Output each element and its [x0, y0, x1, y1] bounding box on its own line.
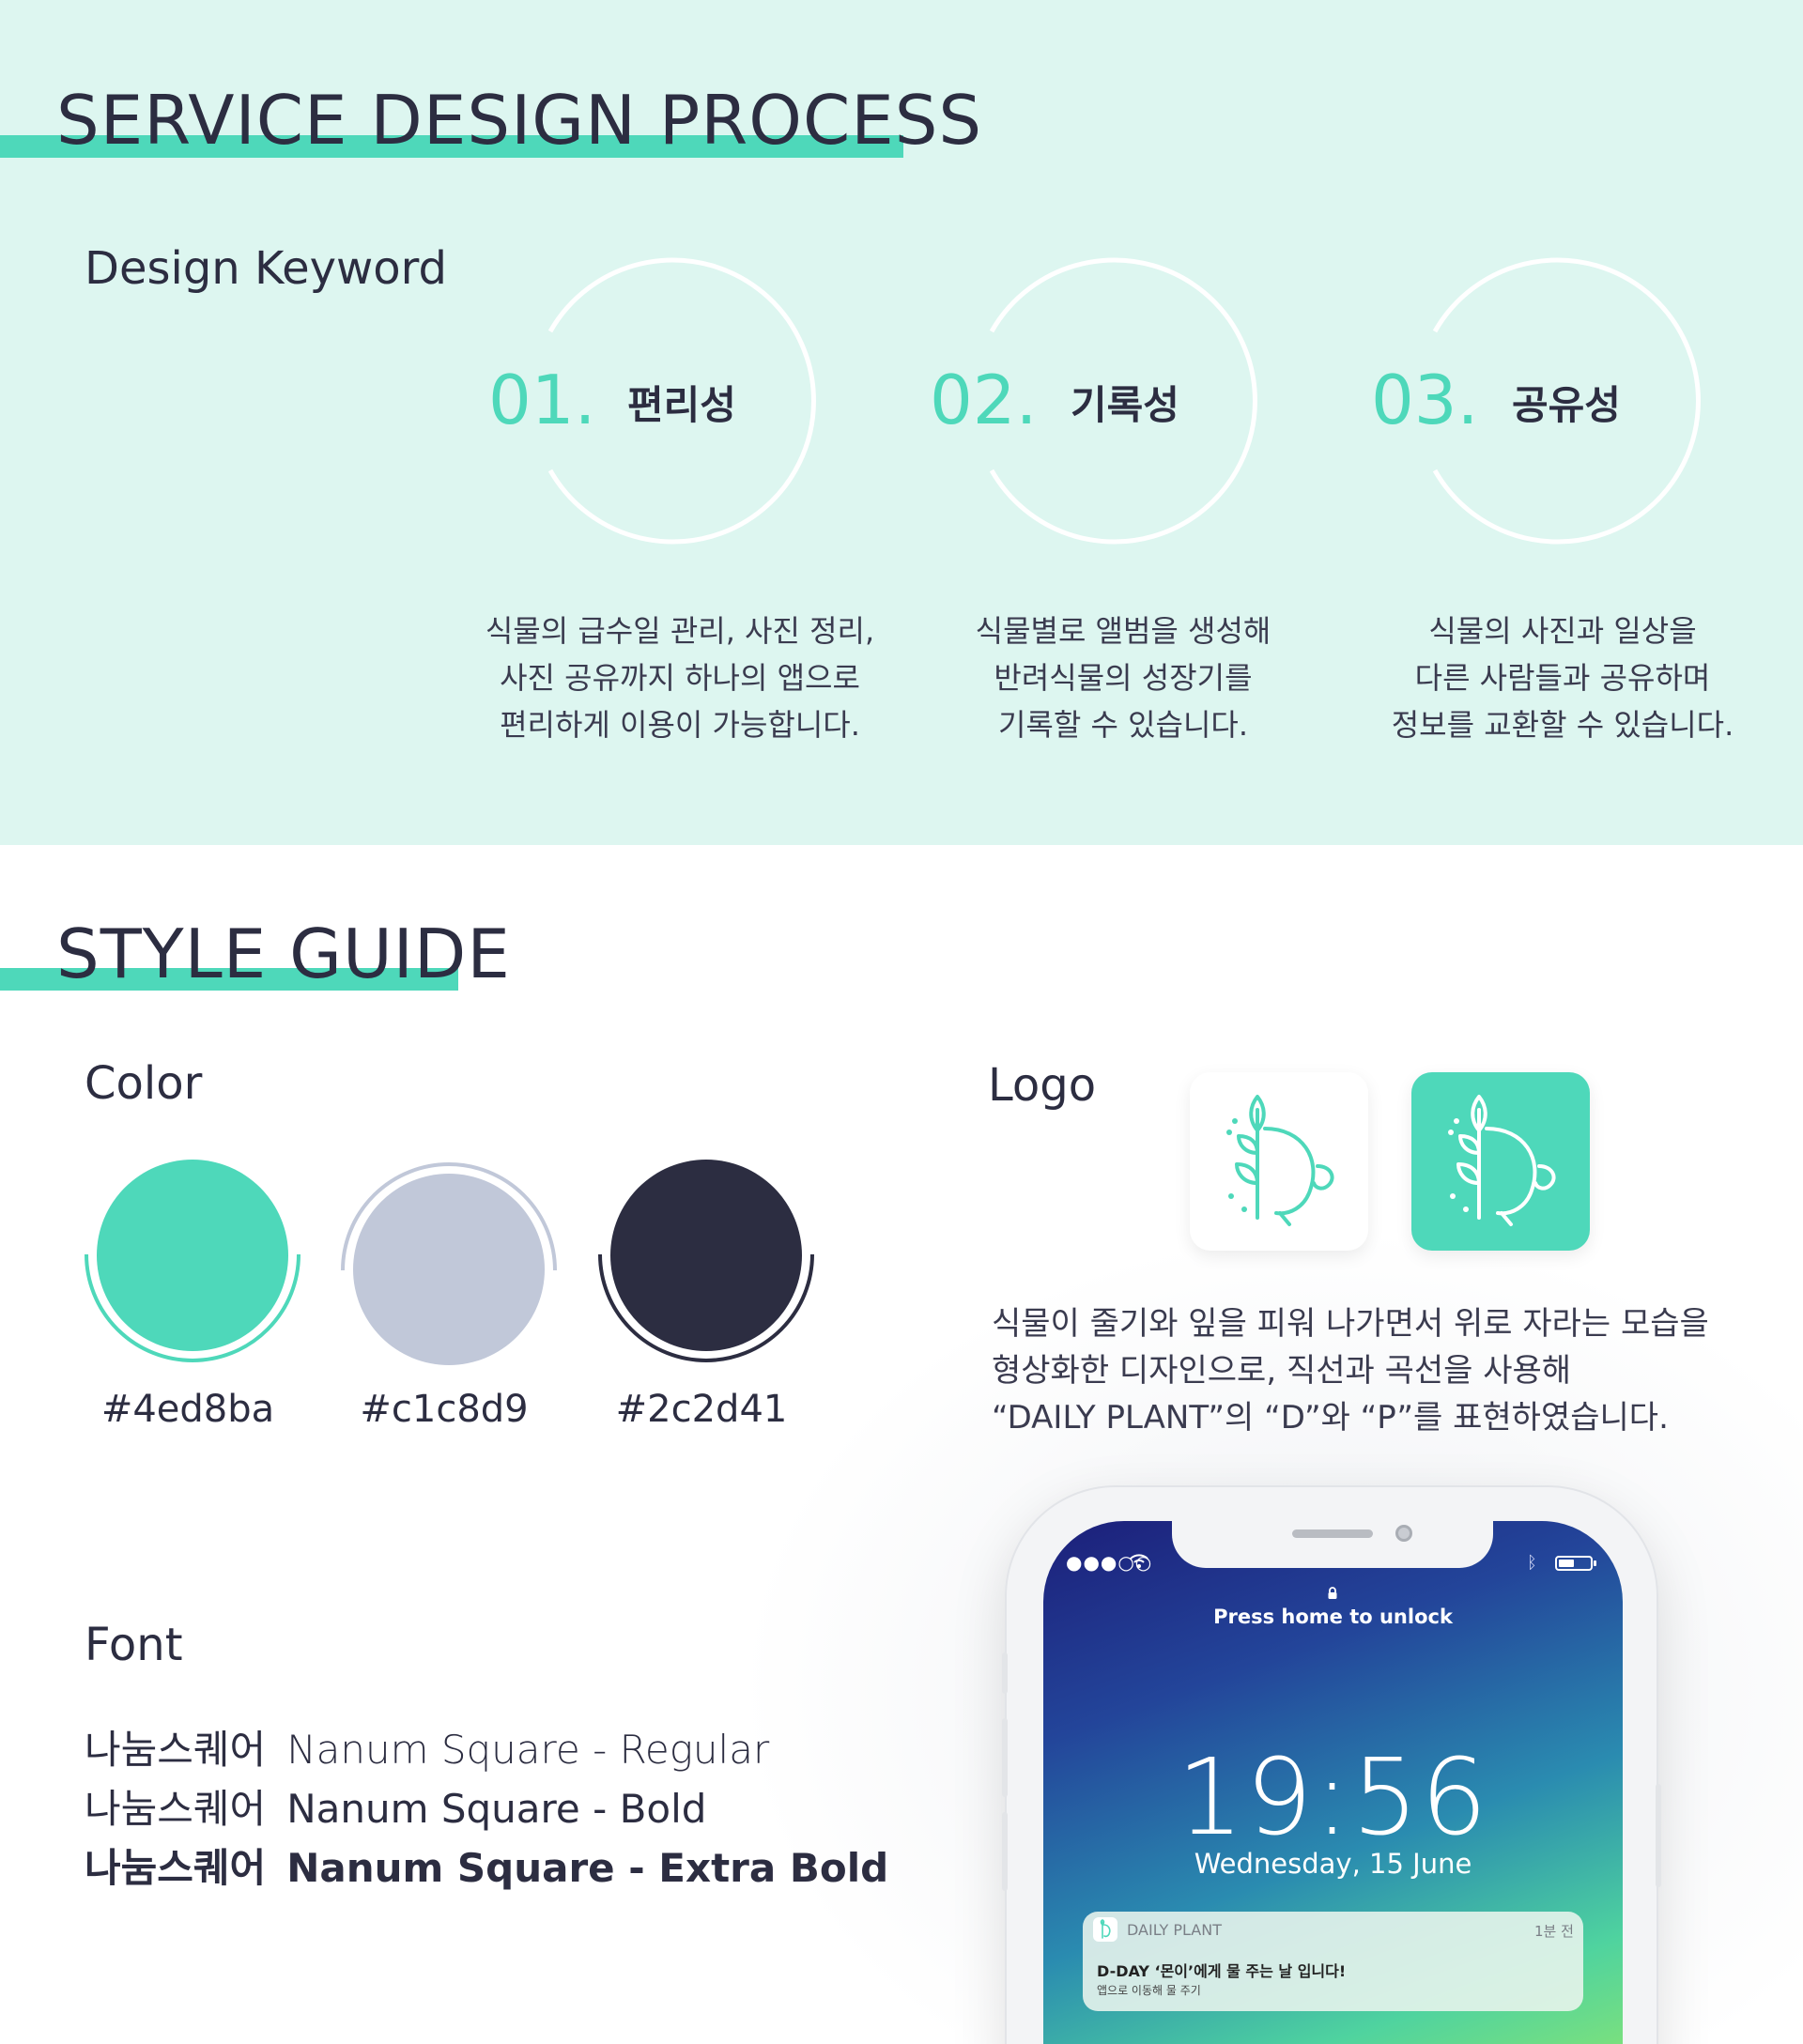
keyword-desc-2-line: 반려식물의 성장기를 — [994, 660, 1253, 696]
app-icon — [1093, 1917, 1117, 1942]
logo-green-tile — [1411, 1072, 1590, 1251]
logo-light-tile — [1190, 1072, 1368, 1251]
notification-time: 1분 전 — [1534, 1923, 1574, 1940]
keyword-number-2: 02. — [930, 361, 1038, 439]
logo-heading: Logo — [988, 1059, 1097, 1112]
design-keyword-heading: Design Keyword — [85, 242, 447, 295]
style-guide-title: STYLE GUIDE — [56, 914, 511, 993]
keyword-desc-3-line: 식물의 사진과 일상을 — [1428, 613, 1697, 649]
bluetooth-icon: ᛒ — [1527, 1553, 1537, 1573]
keyword-label-2: 기록성 — [1071, 382, 1179, 428]
process-title: SERVICE DESIGN PROCESS — [56, 81, 983, 160]
lock-screen-date: Wednesday, 15 June — [1194, 1848, 1472, 1880]
color-hex-navy: #2c2d41 — [615, 1388, 788, 1431]
font-sample-extra-bold: 나눔스퀘어 Nanum Square - Extra Bold — [85, 1837, 888, 1894]
font-sample-korean: 나눔스퀘어 — [85, 1727, 267, 1773]
phone-speaker — [1292, 1529, 1373, 1538]
color-hex-gray: #c1c8d9 — [360, 1388, 529, 1431]
notification-app-name: DAILY PLANT — [1127, 1921, 1222, 1939]
font-sample-regular: 나눔스퀘어 Nanum Square - Regular — [85, 1718, 769, 1775]
logo-description: 식물이 줄기와 잎을 피워 나가면서 위로 자라는 모습을 형상화한 디자인으로… — [992, 1300, 1762, 1441]
keyword-desc-1: 식물의 급수일 관리, 사진 정리, 사진 공유까지 하나의 앱으로 편리하게 … — [455, 607, 905, 748]
font-sample-english: Nanum Square - Bold — [286, 1786, 707, 1832]
font-sample-korean: 나눔스퀘어 — [85, 1786, 267, 1832]
logo-description-line: 형상화한 디자인으로, 직선과 곡선을 사용해 — [992, 1352, 1572, 1390]
keyword-desc-3-line: 다른 사람들과 공유하며 — [1414, 660, 1711, 696]
color-swatch-gray — [341, 1162, 557, 1365]
keyword-desc-3-line: 정보를 교환할 수 있습니다. — [1391, 707, 1734, 743]
leaf-logo-icon — [1226, 1095, 1334, 1226]
phone-side-button — [1002, 1652, 1008, 1694]
color-heading: Color — [85, 1057, 203, 1110]
keyword-number-3: 03. — [1371, 361, 1479, 439]
phone-side-button — [1002, 1718, 1008, 1797]
keyword-desc-2: 식물별로 앨범을 생성해 반려식물의 성장기를 기록할 수 있습니다. — [898, 607, 1348, 748]
phone-side-button — [1656, 1784, 1661, 1887]
leaf-logo-icon — [1100, 1919, 1111, 1939]
phone-side-button — [1002, 1812, 1008, 1891]
keyword-desc-3: 식물의 사진과 일상을 다른 사람들과 공유하며 정보를 교환할 수 있습니다. — [1337, 607, 1788, 748]
service-design-process-section: SERVICE DESIGN PROCESS Design Keyword 01… — [0, 0, 1803, 845]
font-heading: Font — [85, 1619, 183, 1671]
keyword-label-3: 공유성 — [1512, 382, 1621, 428]
keyword-desc-1-line: 사진 공유까지 하나의 앱으로 — [500, 660, 860, 696]
keyword-label-1: 편리성 — [627, 382, 736, 428]
leaf-logo-icon — [1448, 1095, 1556, 1226]
lock-screen-clock: 19:56 — [1177, 1737, 1489, 1859]
keyword-desc-1-line: 편리하게 이용이 가능합니다. — [500, 707, 860, 743]
logo-description-line: 식물이 줄기와 잎을 피워 나가면서 위로 자라는 모습을 — [992, 1305, 1709, 1343]
keyword-desc-2-line: 기록할 수 있습니다. — [997, 707, 1249, 743]
keyword-number-1: 01. — [488, 361, 596, 439]
font-sample-english: Nanum Square - Extra Bold — [286, 1845, 889, 1891]
wifi-icon — [1130, 1554, 1148, 1568]
notification-title: D-DAY ‘몬이’에게 물 주는 날 입니다! — [1097, 1962, 1347, 1980]
keyword-desc-2-line: 식물별로 앨범을 생성해 — [975, 613, 1271, 649]
lock-icon — [1328, 1587, 1337, 1599]
font-sample-english: Nanum Square - Regular — [286, 1727, 770, 1773]
notification-body: 앱으로 이동해 물 주기 — [1097, 1984, 1201, 1997]
color-hex-green: #4ed8ba — [100, 1388, 275, 1431]
color-swatch-green — [85, 1160, 300, 1362]
logo-description-line: “DAILY PLANT”의 “D”와 “P”를 표현하였습니다. — [992, 1399, 1669, 1437]
font-sample-korean: 나눔스퀘어 — [85, 1845, 267, 1891]
phone-notch — [1172, 1512, 1493, 1568]
unlock-hint: Press home to unlock — [1213, 1606, 1453, 1628]
battery-icon — [1555, 1556, 1596, 1571]
phone-camera — [1395, 1525, 1412, 1542]
keyword-desc-1-line: 식물의 급수일 관리, 사진 정리, — [485, 613, 875, 649]
font-sample-bold: 나눔스퀘어 Nanum Square - Bold — [85, 1777, 706, 1835]
color-swatch-navy — [598, 1160, 814, 1362]
